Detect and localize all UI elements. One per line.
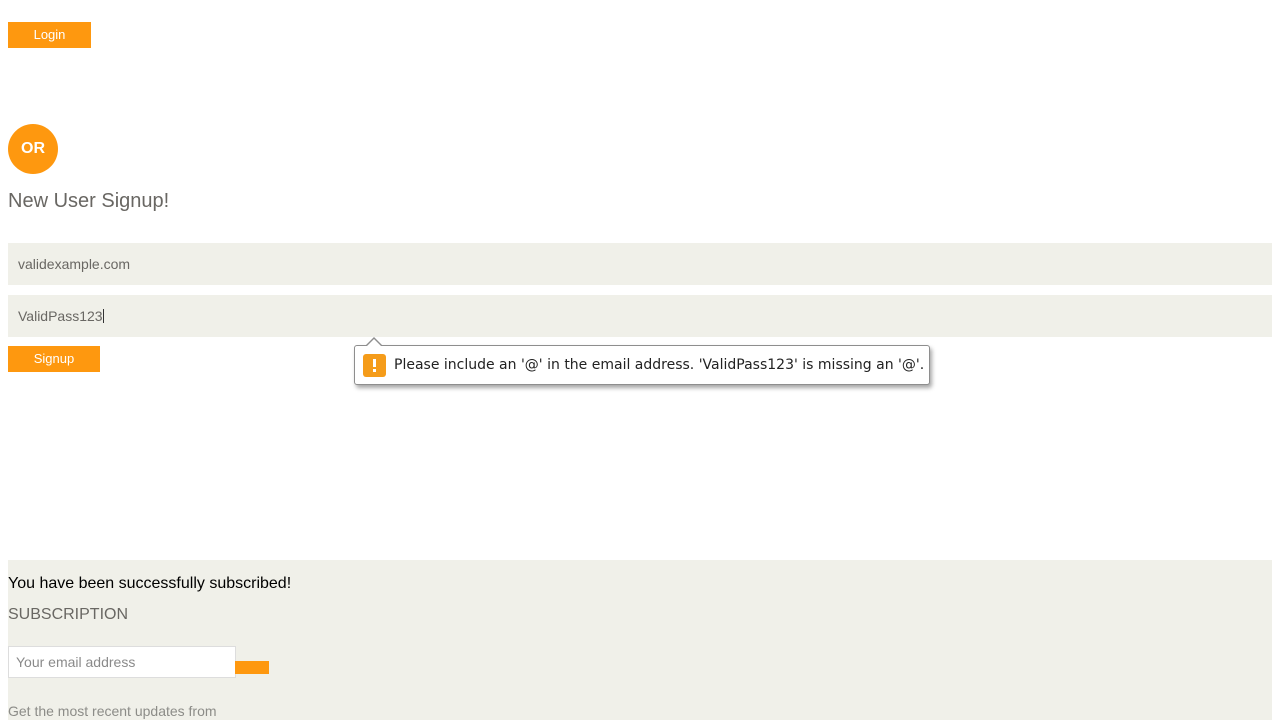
subscribe-success-message: You have been successfully subscribed! [8, 575, 292, 592]
signup-title: New User Signup! [8, 190, 170, 212]
subscription-heading: SUBSCRIPTION [8, 606, 129, 623]
signup-email-value: validexample.com [18, 256, 131, 272]
signup-button[interactable]: Signup [8, 346, 100, 372]
subscription-description: Get the most recent updates from [8, 703, 217, 719]
subscribe-email-placeholder: Your email address [16, 654, 136, 670]
text-caret [102, 309, 104, 324]
validation-message: Please include an '@' in the email addre… [394, 357, 925, 373]
signup-email-field[interactable]: validexample.com [8, 243, 1272, 285]
or-divider-badge: OR [8, 124, 58, 174]
validation-tooltip: Please include an '@' in the email addre… [354, 337, 930, 385]
login-button[interactable]: Login [8, 22, 91, 48]
tooltip-arrow-fill [366, 339, 382, 347]
signup-password-value: ValidPass123 [18, 308, 103, 324]
footer-subscription-section: You have been successfully subscribed! S… [8, 560, 1272, 720]
subscribe-email-input[interactable]: Your email address [8, 646, 236, 678]
signup-password-field[interactable]: ValidPass123 [8, 295, 1272, 337]
subscribe-button[interactable] [235, 661, 269, 674]
warning-icon [363, 354, 386, 377]
